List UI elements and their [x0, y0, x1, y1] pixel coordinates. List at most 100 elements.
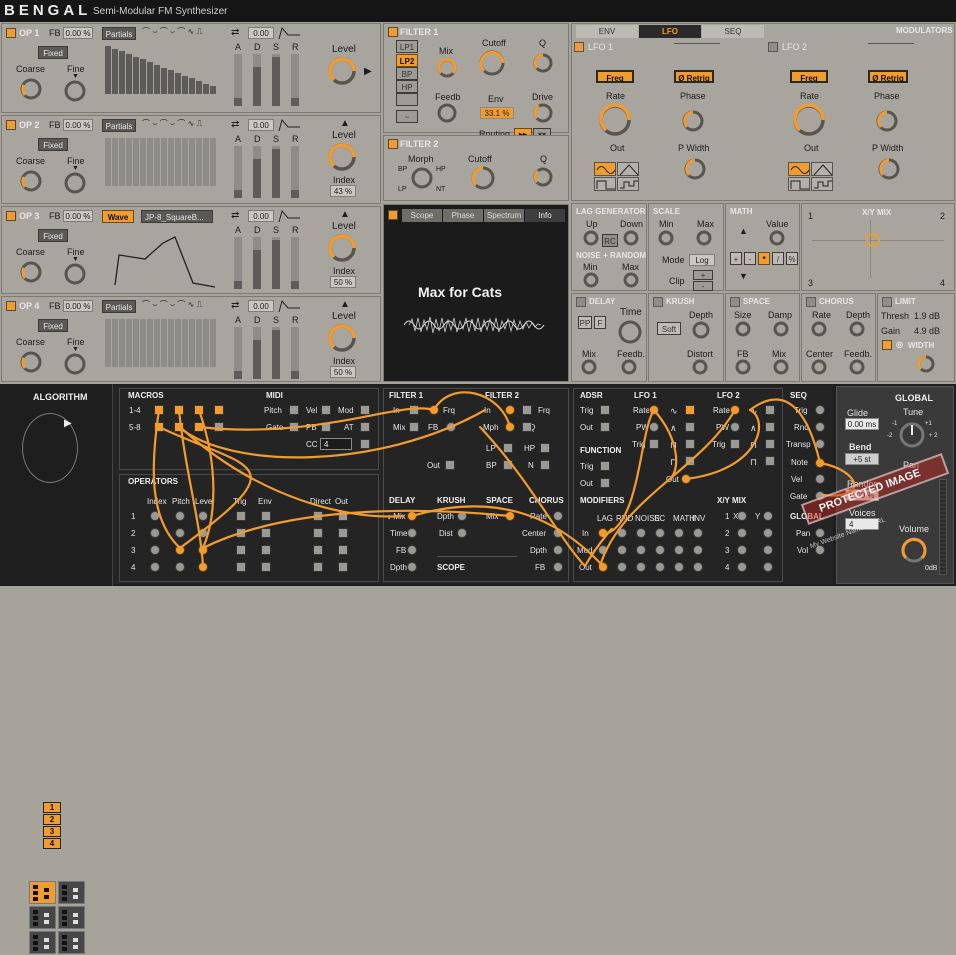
op1-fine-knob[interactable]: [62, 78, 88, 104]
op4-loop-icon[interactable]: ⇄: [231, 300, 239, 311]
patch-jack[interactable]: [815, 422, 825, 432]
patch-square-jack[interactable]: [600, 478, 610, 488]
modifier-jack[interactable]: [693, 528, 703, 538]
lag-up-knob[interactable]: [582, 229, 600, 247]
algorithm-preset-button[interactable]: [29, 906, 56, 929]
lfo1-wave-square[interactable]: [594, 177, 616, 191]
patch-jack[interactable]: [681, 474, 691, 484]
modifier-jack[interactable]: [674, 545, 684, 555]
filter1-q-knob[interactable]: [532, 52, 554, 74]
op2-enable[interactable]: [6, 120, 16, 130]
op3-coarse-knob[interactable]: [18, 259, 44, 285]
scope-tab-info[interactable]: Info: [525, 209, 565, 222]
math-op-button[interactable]: +: [730, 252, 742, 265]
partial-bar[interactable]: [189, 319, 195, 367]
delay-enable[interactable]: [576, 297, 586, 307]
xy-puck[interactable]: [866, 233, 880, 247]
op2-loop-icon[interactable]: ⇄: [231, 119, 239, 130]
partial-bar[interactable]: [112, 138, 118, 186]
math-down-arrow[interactable]: ▼: [739, 271, 748, 281]
operator-jack[interactable]: [175, 562, 185, 572]
noise-max-knob[interactable]: [622, 271, 640, 289]
xy-jack[interactable]: [763, 545, 773, 555]
patch-jack[interactable]: [649, 405, 659, 415]
lfo2-pwidth-knob[interactable]: [876, 156, 902, 182]
midi-cc-jack[interactable]: [360, 439, 370, 449]
filter2-morph-knob[interactable]: [410, 166, 434, 190]
chorus-enable[interactable]: [806, 297, 816, 307]
midi-gate-jack[interactable]: [289, 422, 299, 432]
scale-min-knob[interactable]: [657, 229, 675, 247]
delay-feedb-knob[interactable]: [620, 358, 638, 376]
lfo2-phase-knob[interactable]: [874, 108, 900, 134]
partial-bar[interactable]: [147, 319, 153, 367]
patch-square-jack[interactable]: [685, 405, 695, 415]
operator-square-jack[interactable]: [236, 545, 246, 555]
op1-enable[interactable]: [6, 28, 16, 38]
math-op-button[interactable]: *: [758, 252, 770, 265]
partial-bar[interactable]: [203, 319, 209, 367]
krush-distort-knob[interactable]: [691, 358, 709, 376]
partial-bar[interactable]: [203, 138, 209, 186]
operator-jack[interactable]: [175, 528, 185, 538]
op4-fb-value[interactable]: 0.00 %: [63, 300, 93, 312]
lfo2-freq-button[interactable]: Freq: [790, 70, 828, 83]
filter-type-notch[interactable]: [396, 93, 418, 106]
patch-jack[interactable]: [457, 528, 467, 538]
patch-square-jack[interactable]: [522, 405, 532, 415]
partial-bar[interactable]: [203, 84, 209, 94]
macro-jack[interactable]: [174, 405, 184, 415]
modifier-jack[interactable]: [655, 545, 665, 555]
patch-square-jack[interactable]: [445, 460, 455, 470]
modifier-jack[interactable]: [598, 545, 608, 555]
macro-jack[interactable]: [194, 405, 204, 415]
operator-square-jack[interactable]: [236, 562, 246, 572]
operator-square-jack[interactable]: [261, 562, 271, 572]
partial-bar[interactable]: [147, 62, 153, 94]
filter2-enable[interactable]: [388, 139, 398, 149]
operator-jack[interactable]: [150, 562, 160, 572]
operator-square-jack[interactable]: [313, 545, 323, 555]
delay-pp-button[interactable]: PP: [578, 316, 592, 329]
partial-bar[interactable]: [140, 138, 146, 186]
scope-tab-scope[interactable]: Scope: [402, 209, 442, 222]
filter-type-bp[interactable]: BP: [396, 67, 418, 80]
modifier-jack[interactable]: [693, 545, 703, 555]
op1-fb-value[interactable]: 0.00 %: [63, 27, 93, 39]
partial-bar[interactable]: [168, 138, 174, 186]
scope-tab-spectrum[interactable]: Spectrum: [484, 209, 524, 222]
op2-partials-button[interactable]: Partials: [102, 119, 136, 132]
op2-fixed-button[interactable]: Fixed: [38, 138, 68, 151]
op3-env-value[interactable]: 0.00: [248, 210, 274, 222]
patch-jack[interactable]: [457, 511, 467, 521]
patch-jack[interactable]: [407, 528, 417, 538]
partial-bar[interactable]: [119, 319, 125, 367]
modifier-jack[interactable]: [617, 528, 627, 538]
patch-square-jack[interactable]: [685, 439, 695, 449]
delay-time-knob[interactable]: [616, 318, 644, 346]
op4-env-value[interactable]: 0.00: [248, 300, 274, 312]
patch-jack[interactable]: [815, 405, 825, 415]
operator-square-jack[interactable]: [338, 511, 348, 521]
partial-bar[interactable]: [175, 73, 181, 94]
operator-square-jack[interactable]: [236, 528, 246, 538]
midi-cc-select[interactable]: 4: [320, 438, 352, 450]
modifier-jack[interactable]: [617, 545, 627, 555]
delay-mix-knob[interactable]: [580, 358, 598, 376]
partial-bar[interactable]: [126, 319, 132, 367]
patch-jack[interactable]: [553, 511, 563, 521]
patch-jack[interactable]: [446, 422, 456, 432]
partial-bar[interactable]: [196, 81, 202, 94]
partial-bar[interactable]: [168, 319, 174, 367]
width-knob[interactable]: [916, 354, 936, 374]
lfo2-enable[interactable]: [768, 42, 778, 52]
lfo1-wave-sine[interactable]: [594, 162, 616, 176]
patch-jack[interactable]: [505, 405, 515, 415]
bend-value[interactable]: +5 st: [845, 453, 879, 465]
patch-jack[interactable]: [407, 545, 417, 555]
xy-jack[interactable]: [737, 562, 747, 572]
operator-jack[interactable]: [150, 528, 160, 538]
patch-square-jack[interactable]: [765, 439, 775, 449]
filter-type-lp1[interactable]: LP1: [396, 40, 418, 53]
clip-plus-button[interactable]: +: [693, 270, 713, 280]
